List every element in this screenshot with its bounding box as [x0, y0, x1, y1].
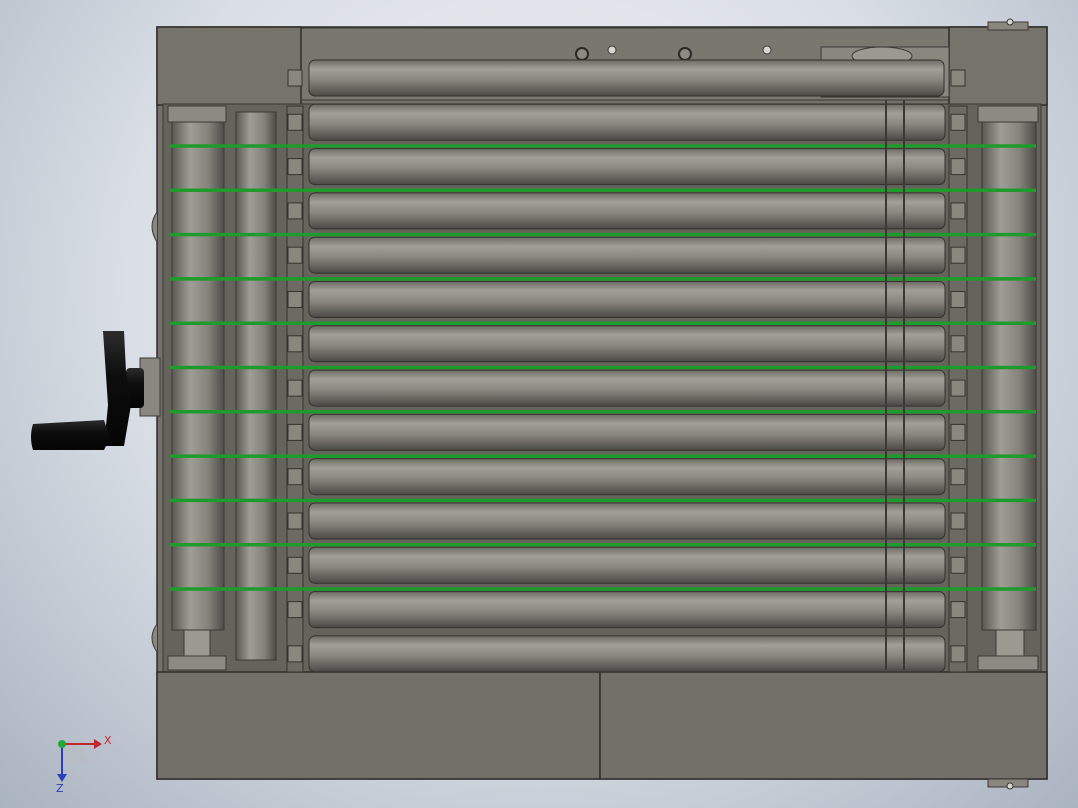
sprocket-right-4 [950, 202, 966, 220]
mount-tab-hole [1006, 18, 1014, 26]
sprocket-left-6 [287, 291, 303, 308]
triad-z-arrow [57, 774, 67, 782]
sprocket-left-10 [287, 468, 303, 486]
cad-viewport[interactable]: X Z [0, 0, 1078, 808]
sprocket-right-6 [950, 291, 966, 308]
triad-z-label: Z [56, 782, 64, 795]
side-latch-bottom [151, 623, 158, 653]
sprocket-left-5 [287, 246, 303, 264]
sprocket-left-9 [287, 423, 303, 441]
roller-9 [308, 413, 946, 451]
sprocket-left-3 [287, 158, 303, 176]
side-roller-left-end-top [167, 105, 227, 123]
coordinate-triad-icon: X Z [50, 728, 120, 798]
sprocket-right-11 [950, 512, 966, 530]
triad-x-arrow [94, 739, 102, 749]
side-roller-left-end-bottom [167, 655, 227, 671]
mount-tab-bottom-hole [1006, 782, 1014, 790]
triad-shadow [62, 743, 90, 764]
roller-10 [308, 458, 946, 496]
bottom-panel-left [156, 671, 601, 780]
sprocket-left-4 [287, 202, 303, 220]
sprocket-left-7 [287, 335, 303, 353]
sprocket-right-9 [950, 423, 966, 441]
sprocket-right-10 [950, 468, 966, 486]
handwheel-arm [103, 331, 131, 446]
sprocket-right-7 [950, 335, 966, 353]
hole-1 [607, 45, 617, 55]
sprocket-left-11 [287, 512, 303, 530]
handwheel-grip [31, 420, 110, 450]
sprocket-right-5 [950, 246, 966, 264]
handwheel-icon [31, 331, 161, 450]
sprocket-left-12 [287, 556, 303, 574]
conveyor-drawing [31, 18, 1048, 790]
sprocket-right-1 [950, 69, 966, 87]
sprocket-right-14 [950, 645, 966, 663]
side-roller-left-shaft-bottom [183, 629, 211, 657]
side-roller-right-shaft-bottom [995, 629, 1025, 657]
side-roller-left-1 [171, 121, 225, 631]
roller-4 [308, 192, 946, 230]
sprocket-left-8 [287, 379, 303, 397]
roller-13 [308, 591, 946, 629]
sprocket-right-2 [950, 113, 966, 131]
sprocket-left-13 [287, 601, 303, 619]
roller-3 [308, 148, 946, 186]
side-roller-right-end-bottom [977, 655, 1039, 671]
triad-x-label: X [104, 734, 112, 747]
triad-origin [58, 740, 66, 748]
roller-5 [308, 236, 946, 274]
sprocket-right-13 [950, 601, 966, 619]
sprocket-right-8 [950, 379, 966, 397]
sprocket-right-12 [950, 556, 966, 574]
side-roller-right [981, 121, 1037, 631]
sprocket-left-2 [287, 113, 303, 131]
bolt-2 [678, 47, 692, 61]
roller-1 [308, 59, 945, 97]
bolt-1 [575, 47, 589, 61]
roller-11 [308, 502, 946, 540]
roller-8 [308, 369, 946, 407]
corner-block-top-left [156, 26, 302, 106]
hole-2 [762, 45, 772, 55]
side-latch-top [151, 211, 158, 243]
bottom-panel-right [599, 671, 1048, 780]
roller-2 [308, 103, 946, 141]
corner-block-top-right [948, 26, 1048, 106]
roller-12 [308, 546, 946, 584]
sprocket-left-1 [287, 69, 303, 87]
roller-6 [308, 281, 946, 318]
side-roller-right-end-top [977, 105, 1039, 123]
roller-7 [308, 325, 946, 363]
roller-14 [308, 635, 946, 673]
sprocket-left-14 [287, 645, 303, 663]
side-roller-left-2 [235, 111, 277, 661]
sprocket-right-3 [950, 158, 966, 176]
